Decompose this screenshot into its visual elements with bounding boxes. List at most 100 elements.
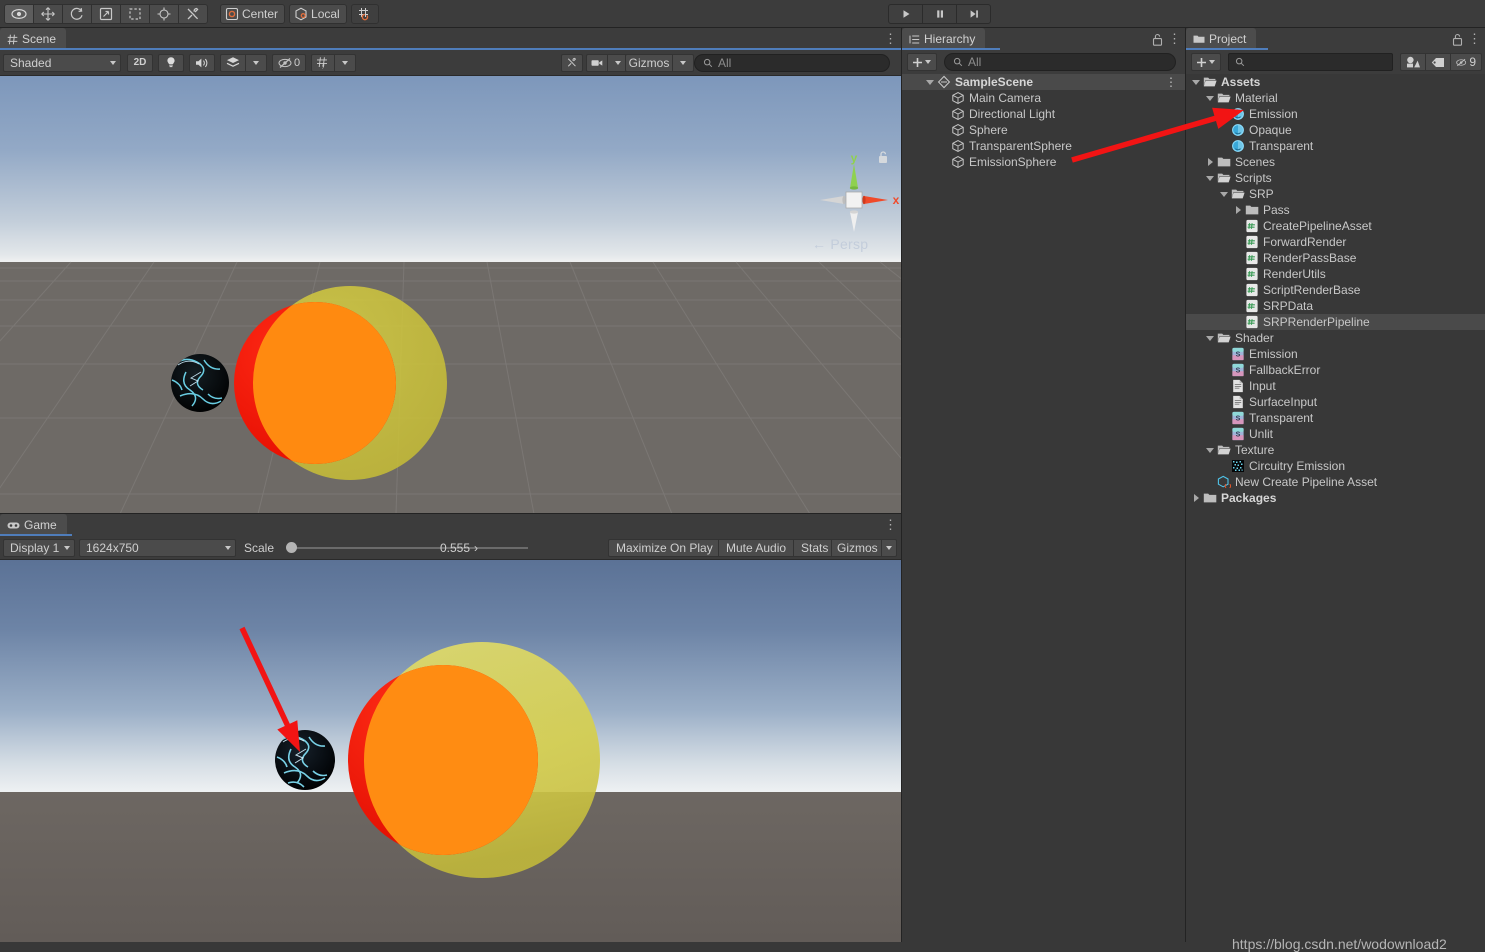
project-tree[interactable]: Assets Material Emission Opaque Transparent S… [1186, 74, 1485, 506]
project-row[interactable]: SRPRenderPipeline [1186, 314, 1485, 330]
scene-lighting-toggle[interactable] [158, 53, 184, 72]
game-viewport[interactable] [0, 560, 901, 942]
scale-tool-button[interactable] [91, 3, 121, 24]
project-row[interactable]: Emission [1186, 106, 1485, 122]
project-row[interactable]: S Unlit [1186, 426, 1485, 442]
tab-project[interactable]: Project [1186, 28, 1257, 50]
project-row[interactable]: Opaque [1186, 122, 1485, 138]
project-row[interactable]: Material [1186, 90, 1485, 106]
scene-draw-mode-dropdown[interactable]: Shaded [3, 53, 121, 72]
pause-button[interactable] [922, 4, 957, 24]
scene-gizmo-lock-icon[interactable] [877, 150, 889, 167]
game-gizmos-button[interactable]: Gizmos [831, 538, 884, 557]
project-panel-menu-icon[interactable]: ⋮ [1468, 32, 1481, 45]
tree-expand-toggle[interactable] [924, 79, 936, 85]
project-row[interactable]: ForwardRender [1186, 234, 1485, 250]
splitter-hierarchy-project[interactable] [1185, 28, 1186, 942]
step-button[interactable] [956, 4, 991, 24]
scene-grid-dropdown[interactable] [334, 53, 356, 72]
project-row[interactable]: Pass [1186, 202, 1485, 218]
move-tool-button[interactable] [33, 3, 63, 24]
tree-expand-toggle[interactable] [1204, 95, 1216, 101]
tree-expand-toggle[interactable] [1204, 158, 1216, 166]
project-row[interactable]: SurfaceInput [1186, 394, 1485, 410]
hierarchy-row[interactable]: Sphere [902, 122, 1185, 138]
game-display-dropdown[interactable]: Display 1 [3, 538, 75, 557]
project-row[interactable]: SRPData [1186, 298, 1485, 314]
hierarchy-tree[interactable]: SampleScene ⋮ Main Camera Directional Light… [902, 74, 1185, 170]
tree-expand-toggle[interactable] [1190, 79, 1202, 85]
transform-tool-button[interactable] [149, 3, 179, 24]
project-row[interactable]: Scripts [1186, 170, 1485, 186]
row-context-menu-icon[interactable]: ⋮ [1165, 75, 1177, 89]
project-row[interactable]: Shader [1186, 330, 1485, 346]
hierarchy-row[interactable]: TransparentSphere [902, 138, 1185, 154]
hierarchy-row[interactable]: Directional Light [902, 106, 1185, 122]
project-row[interactable]: S Emission [1186, 346, 1485, 362]
hierarchy-row[interactable]: SampleScene ⋮ [902, 74, 1185, 90]
project-row[interactable]: SRP [1186, 186, 1485, 202]
handle-space-button[interactable]: Local [289, 3, 347, 24]
scene-fx-toggle[interactable] [220, 53, 246, 72]
scene-2d-toggle[interactable]: 2D [127, 53, 153, 72]
project-search-input[interactable] [1228, 53, 1393, 71]
project-visibility-button[interactable]: 9 [1450, 53, 1482, 71]
scene-gizmos-button[interactable]: Gizmos [625, 53, 673, 72]
stats-button[interactable]: Stats [793, 538, 837, 557]
hand-tool-button[interactable] [4, 3, 34, 24]
scale-slider-knob[interactable] [286, 542, 297, 553]
project-row[interactable]: Texture [1186, 442, 1485, 458]
maximize-on-play-button[interactable]: Maximize On Play [608, 538, 721, 557]
scene-audio-toggle[interactable] [189, 53, 215, 72]
game-gizmos-dropdown[interactable] [881, 538, 897, 557]
project-add-button[interactable] [1191, 53, 1221, 71]
game-scale-slider[interactable]: Scale 0.555 › [244, 539, 614, 557]
scene-gizmos-dropdown[interactable] [672, 53, 694, 72]
hierarchy-search-input[interactable]: All [944, 53, 1176, 71]
project-lock-icon[interactable] [1452, 33, 1463, 49]
hierarchy-lock-icon[interactable] [1152, 33, 1163, 49]
hierarchy-row[interactable]: EmissionSphere [902, 154, 1185, 170]
project-row[interactable]: New Create Pipeline Asset [1186, 474, 1485, 490]
scene-search-field[interactable]: All [694, 53, 890, 72]
scene-grid-visibility-toggle[interactable]: y [311, 53, 335, 72]
game-resolution-dropdown[interactable]: 1624x750 [79, 538, 236, 557]
game-panel-menu-icon[interactable]: ⋮ [884, 518, 897, 531]
scene-viewport[interactable]: y x ← Persp [0, 76, 901, 514]
scene-hidden-objects-toggle[interactable]: 0 [272, 53, 306, 72]
project-row[interactable]: RenderPassBase [1186, 250, 1485, 266]
hierarchy-row[interactable]: Main Camera [902, 90, 1185, 106]
project-row[interactable]: ScriptRenderBase [1186, 282, 1485, 298]
project-row[interactable]: Input [1186, 378, 1485, 394]
project-row[interactable]: Assets [1186, 74, 1485, 90]
project-row[interactable]: RenderUtils [1186, 266, 1485, 282]
project-filter-label-button[interactable] [1425, 53, 1451, 71]
project-row[interactable]: CreatePipelineAsset [1186, 218, 1485, 234]
grid-snapping-button[interactable] [350, 3, 379, 24]
tree-expand-toggle[interactable] [1218, 191, 1230, 197]
scene-camera-button[interactable] [586, 53, 608, 72]
tab-scene[interactable]: Scene [0, 28, 67, 50]
rect-tool-button[interactable] [120, 3, 150, 24]
tree-expand-toggle[interactable] [1204, 335, 1216, 341]
project-row[interactable]: Packages [1186, 490, 1485, 506]
project-row[interactable]: Scenes [1186, 154, 1485, 170]
hierarchy-panel-menu-icon[interactable]: ⋮ [1168, 32, 1181, 45]
rotate-tool-button[interactable] [62, 3, 92, 24]
play-button[interactable] [888, 4, 923, 24]
project-filter-type-button[interactable] [1400, 53, 1426, 71]
tree-expand-toggle[interactable] [1204, 447, 1216, 453]
scene-projection-label[interactable]: ← Persp [812, 236, 868, 252]
splitter-scene-hierarchy[interactable] [901, 28, 902, 942]
mute-audio-button[interactable]: Mute Audio [718, 538, 795, 557]
pivot-mode-button[interactable]: Center [220, 3, 286, 24]
project-row[interactable]: S FallbackError [1186, 362, 1485, 378]
project-row[interactable]: S Transparent [1186, 410, 1485, 426]
scene-fx-dropdown[interactable] [245, 53, 267, 72]
splitter-scene-game[interactable] [0, 513, 901, 514]
scene-component-tools-button[interactable] [561, 53, 583, 72]
custom-tool-button[interactable] [178, 3, 208, 24]
tree-expand-toggle[interactable] [1190, 494, 1202, 502]
tab-game[interactable]: Game [0, 514, 67, 536]
tree-expand-toggle[interactable] [1232, 206, 1244, 214]
